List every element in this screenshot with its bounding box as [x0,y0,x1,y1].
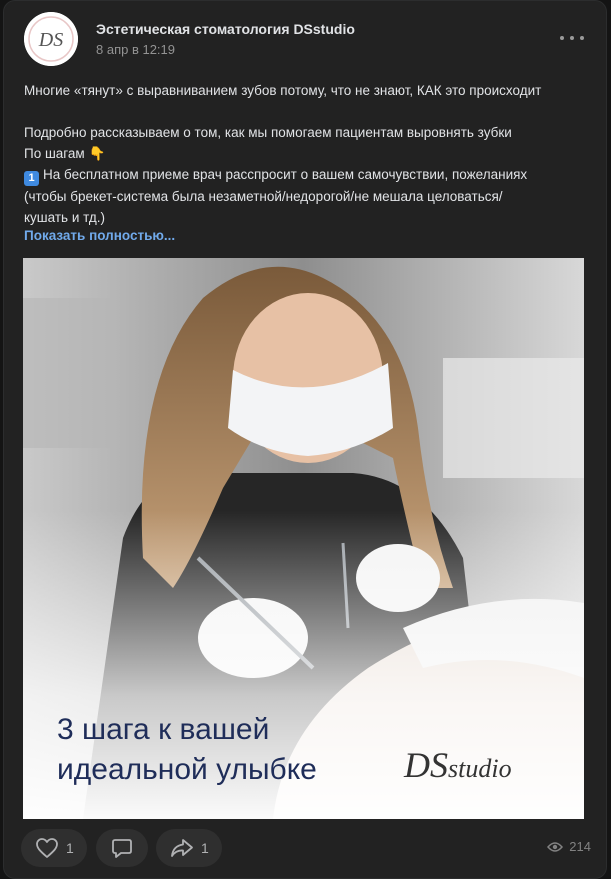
share-button[interactable]: 1 [156,829,222,867]
avatar-logo-text: DS [38,29,63,51]
views-counter: 214 [547,839,591,854]
more-dot [570,36,574,40]
post-text-line: Подробно рассказываем о том, как мы помо… [24,125,512,140]
post-text-line-step-one: На бесплатном приеме врач расспросит о в… [43,167,528,182]
like-button[interactable]: 1 [21,829,87,867]
image-headline: 3 шага к вашей идеальной улыбке [57,710,317,790]
share-count: 1 [201,840,209,856]
more-dot [580,36,584,40]
logo-ds: DS [404,745,448,785]
post-text-line: По шагам 👇 [24,143,594,164]
keycap-one-icon: 1 [24,171,39,186]
image-headline-line-1: 3 шага к вашей [57,713,270,746]
post-date[interactable]: 8 апр в 12:19 [96,42,175,57]
views-count: 214 [569,839,591,854]
logo-studio: studio [448,754,512,783]
post-author[interactable]: Эстетическая стоматология DSstudio [96,21,355,37]
post-text-line: кушать и тд.) [24,210,105,225]
post-text-line: Многие «тянут» с выравниванием зубов пот… [24,83,542,98]
comment-button[interactable] [96,829,148,867]
eye-icon [547,841,564,852]
post-image[interactable]: 3 шага к вашей идеальной улыбке DSstudio [23,258,584,819]
image-headline-line-2: идеальной улыбке [57,753,317,786]
post-actions: 1 1 214 [21,829,591,867]
post-text-line: 1 На бесплатном приеме врач расспросит о … [24,164,594,186]
share-arrow-icon [171,839,193,857]
post-text-line-steps: По шагам [24,146,85,161]
show-more-link[interactable]: Показать полностью... [24,228,175,243]
post-text: Многие «тянут» с выравниванием зубов пот… [24,80,594,228]
more-options-button[interactable] [560,31,584,45]
heart-icon [36,838,58,858]
more-horizontal-icon [560,36,564,40]
like-count: 1 [66,840,74,856]
pointing-down-emoji: 👇 [88,146,106,161]
avatar[interactable]: DS [24,12,78,66]
post-text-line: (чтобы брекет-система была незаметной/не… [24,189,503,204]
dsstudio-logo: DSstudio [404,745,512,789]
svg-text:DS: DS [38,29,63,51]
post-card: DS Эстетическая стоматология DSstudio 8 … [3,0,607,879]
comment-icon [112,839,132,858]
